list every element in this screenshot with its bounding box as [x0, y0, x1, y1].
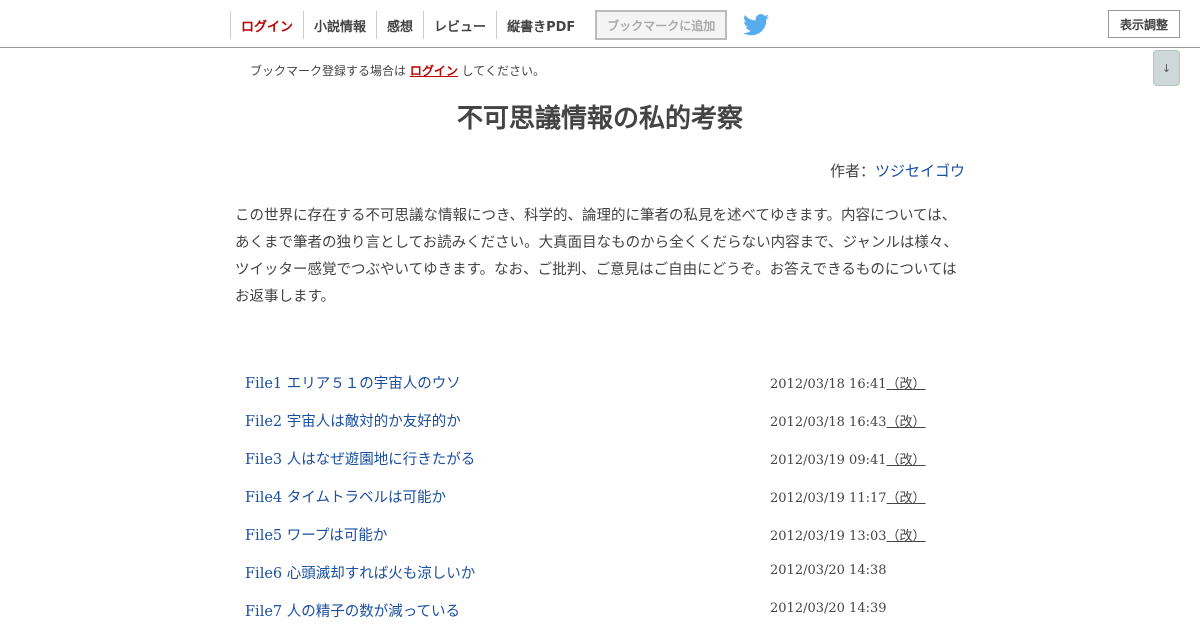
chapter-link[interactable]: File1 エリア５１の宇宙人のウソ: [245, 372, 461, 393]
chapter-date: 2012/03/18 16:41（改）: [770, 373, 926, 392]
chapter-row: File5 ワープは可能か 2012/03/19 13:03（改）: [235, 515, 965, 553]
chapter-date-text: 2012/03/18 16:41: [770, 377, 887, 392]
chapter-link[interactable]: File4 タイムトラベルは可能か: [245, 486, 446, 507]
chapter-index: File1 エリア５１の宇宙人のウソ 2012/03/18 16:41（改） F…: [235, 363, 965, 629]
novel-title: 不可思議情報の私的考察: [456, 104, 743, 134]
notice-text-before: ブックマーク登録する場合は: [250, 64, 410, 78]
chapter-link[interactable]: File7 人の精子の数が減っている: [245, 600, 460, 621]
top-navigation-bar: ログイン 小説情報 感想 レビュー 縦書きPDF ブックマークに追加 表示調整: [0, 0, 1200, 48]
revised-link[interactable]: （改）: [887, 453, 926, 468]
author-prefix: 作者：: [829, 162, 875, 180]
chapter-date-text: 2012/03/19 13:03: [770, 529, 887, 544]
author-link[interactable]: ツジセイゴウ: [875, 162, 965, 180]
display-settings-button[interactable]: 表示調整: [1108, 10, 1180, 38]
chapter-date: 2012/03/19 13:03（改）: [770, 525, 926, 544]
nav-review-link[interactable]: レビュー: [423, 11, 496, 39]
chapter-link[interactable]: File5 ワープは可能か: [245, 524, 387, 545]
notice-login-link[interactable]: ログイン: [410, 64, 458, 78]
chapter-date: 2012/03/20 14:39: [770, 601, 887, 616]
nav-login-link[interactable]: ログイン: [230, 11, 303, 39]
chapter-date: 2012/03/19 09:41（改）: [770, 449, 926, 468]
nav-novel-info-link[interactable]: 小説情報: [303, 11, 376, 39]
chapter-date-text: 2012/03/18 16:43: [770, 415, 887, 430]
bookmark-login-notice: ブックマーク登録する場合は ログイン してください。: [250, 62, 545, 79]
chapter-link[interactable]: File2 宇宙人は敵対的か友好的か: [245, 410, 461, 431]
add-bookmark-button[interactable]: ブックマークに追加: [595, 10, 728, 40]
chapter-link[interactable]: File6 心頭滅却すれば火も涼しいか: [245, 562, 475, 583]
chapter-date-text: 2012/03/20 14:39: [770, 601, 887, 616]
chapter-row: File3 人はなぜ遊園地に行きたがる 2012/03/19 09:41（改）: [235, 439, 965, 477]
chapter-row: File2 宇宙人は敵対的か友好的か 2012/03/18 16:43（改）: [235, 401, 965, 439]
chapter-date-text: 2012/03/19 09:41: [770, 453, 887, 468]
revised-link[interactable]: （改）: [887, 415, 926, 430]
chapter-date-text: 2012/03/19 11:17: [770, 491, 887, 506]
scroll-down-button[interactable]: ↓: [1153, 50, 1180, 86]
revised-link[interactable]: （改）: [887, 491, 926, 506]
chapter-row: File7 人の精子の数が減っている 2012/03/20 14:39: [235, 591, 965, 629]
nav-menu: ログイン 小説情報 感想 レビュー 縦書きPDF ブックマークに追加: [230, 10, 770, 40]
nav-impressions-link[interactable]: 感想: [376, 11, 423, 39]
revised-link[interactable]: （改）: [887, 529, 926, 544]
chapter-date: 2012/03/19 11:17（改）: [770, 487, 926, 506]
author-line: 作者：ツジセイゴウ: [830, 160, 965, 181]
nav-vertical-pdf-link[interactable]: 縦書きPDF: [496, 11, 585, 39]
chapter-row: File4 タイムトラベルは可能か 2012/03/19 11:17（改）: [235, 477, 965, 515]
chapter-date-text: 2012/03/20 14:38: [770, 563, 887, 578]
novel-summary: この世界に存在する不可思議な情報につき、科学的、論理的に筆者の私見を述べてゆきま…: [235, 208, 958, 305]
notice-text-after: してください。: [457, 64, 545, 78]
revised-link[interactable]: （改）: [887, 377, 926, 392]
chapter-link[interactable]: File3 人はなぜ遊園地に行きたがる: [245, 448, 475, 469]
chapter-row: File6 心頭滅却すれば火も涼しいか 2012/03/20 14:38: [235, 553, 965, 591]
chapter-date: 2012/03/18 16:43（改）: [770, 411, 926, 430]
twitter-icon[interactable]: [743, 14, 770, 36]
chapter-row: File1 エリア５１の宇宙人のウソ 2012/03/18 16:41（改）: [235, 363, 965, 401]
chapter-date: 2012/03/20 14:38: [770, 563, 887, 578]
